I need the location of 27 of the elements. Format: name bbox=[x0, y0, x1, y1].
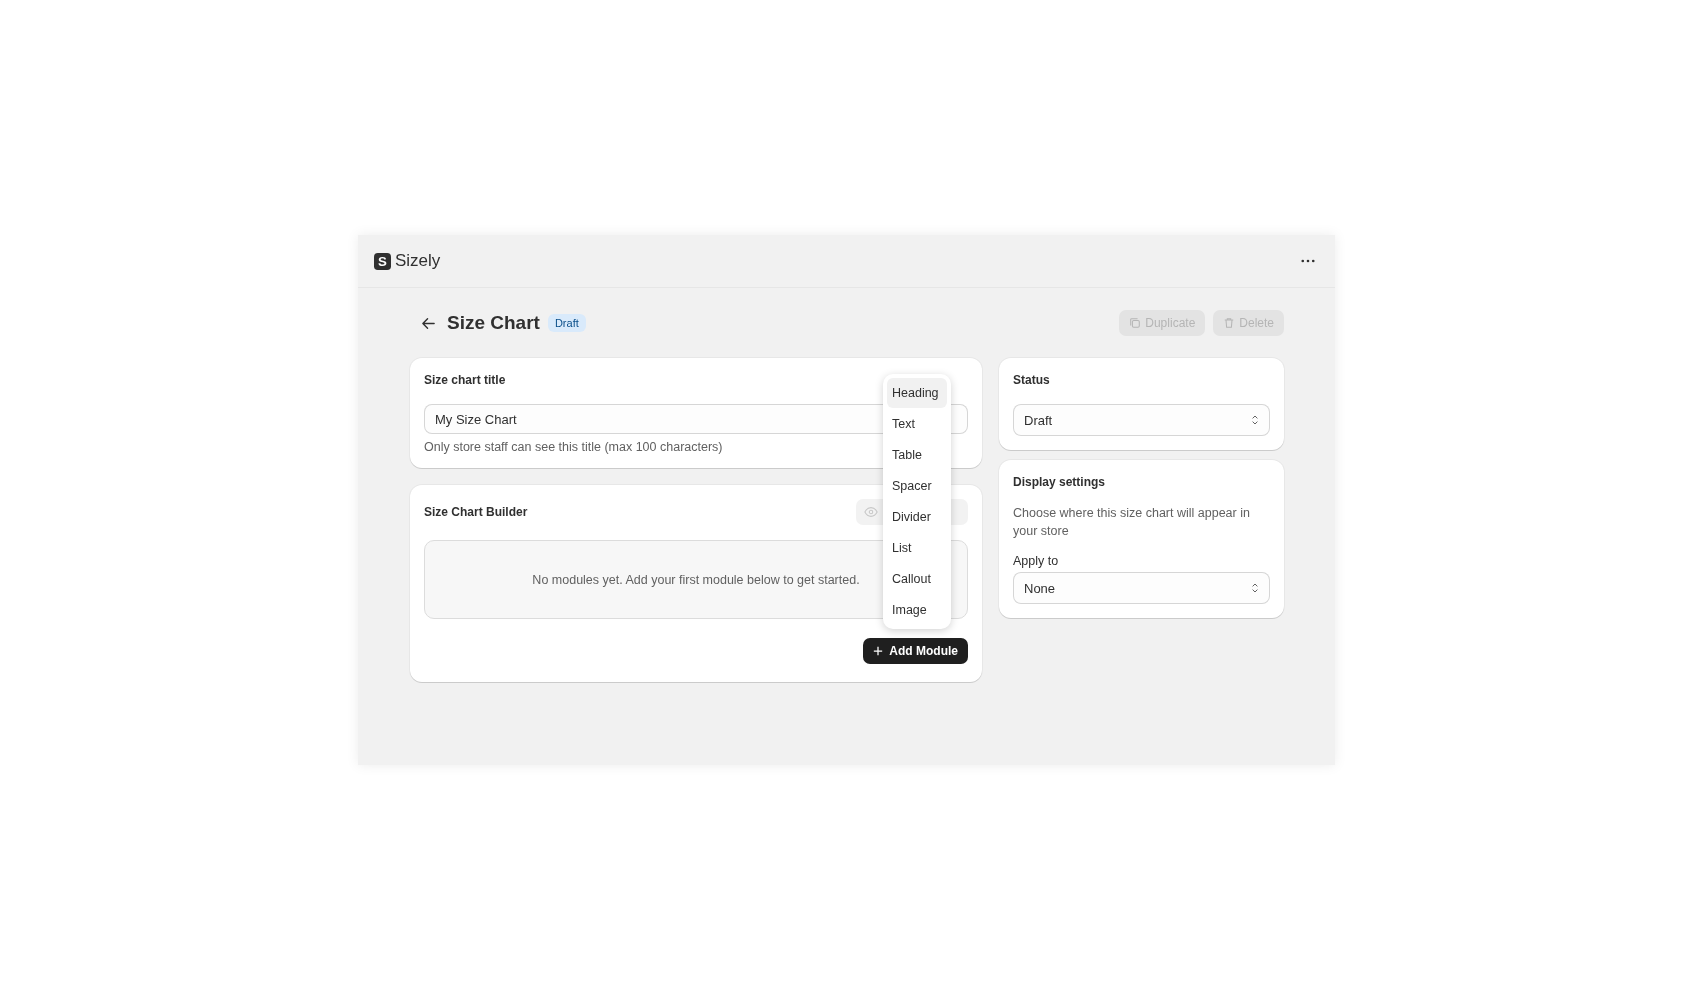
app-name: Sizely bbox=[395, 251, 441, 271]
status-badge: Draft bbox=[547, 314, 586, 332]
card-heading: Size chart title bbox=[424, 372, 507, 388]
copy-icon bbox=[1129, 317, 1142, 329]
menu-item[interactable]: Divider bbox=[887, 502, 947, 532]
trash-icon bbox=[1223, 317, 1236, 329]
plus-icon bbox=[873, 646, 884, 656]
chevron-up-down-icon bbox=[1251, 582, 1259, 594]
page-title: Size Chart bbox=[447, 312, 540, 334]
eye-icon bbox=[864, 505, 878, 519]
chevron-up-down-icon bbox=[1251, 414, 1259, 426]
card-heading: Size Chart Builder bbox=[424, 504, 528, 520]
back-arrow-icon[interactable] bbox=[421, 315, 436, 331]
menu-item[interactable]: Spacer bbox=[887, 471, 947, 501]
field-label: Apply to bbox=[1013, 554, 1060, 568]
card-heading: Display settings bbox=[1013, 474, 1107, 490]
apply-to-select[interactable]: None bbox=[1013, 572, 1270, 604]
card-heading: Status bbox=[1013, 372, 1051, 388]
menu-item[interactable]: Heading bbox=[887, 378, 947, 408]
menu-item[interactable]: Callout bbox=[887, 564, 947, 594]
add-module-button[interactable]: Add Module bbox=[863, 638, 968, 664]
description-text: Choose where this size chart will appear in your store bbox=[1013, 505, 1251, 540]
status-select[interactable]: Draft bbox=[1013, 404, 1270, 436]
more-icon bbox=[1301, 259, 1315, 263]
menu-item[interactable]: Table bbox=[887, 440, 947, 470]
help-text: Only store staff can see this title (max 100 characters) bbox=[424, 440, 724, 454]
logo-icon: S bbox=[374, 252, 391, 270]
